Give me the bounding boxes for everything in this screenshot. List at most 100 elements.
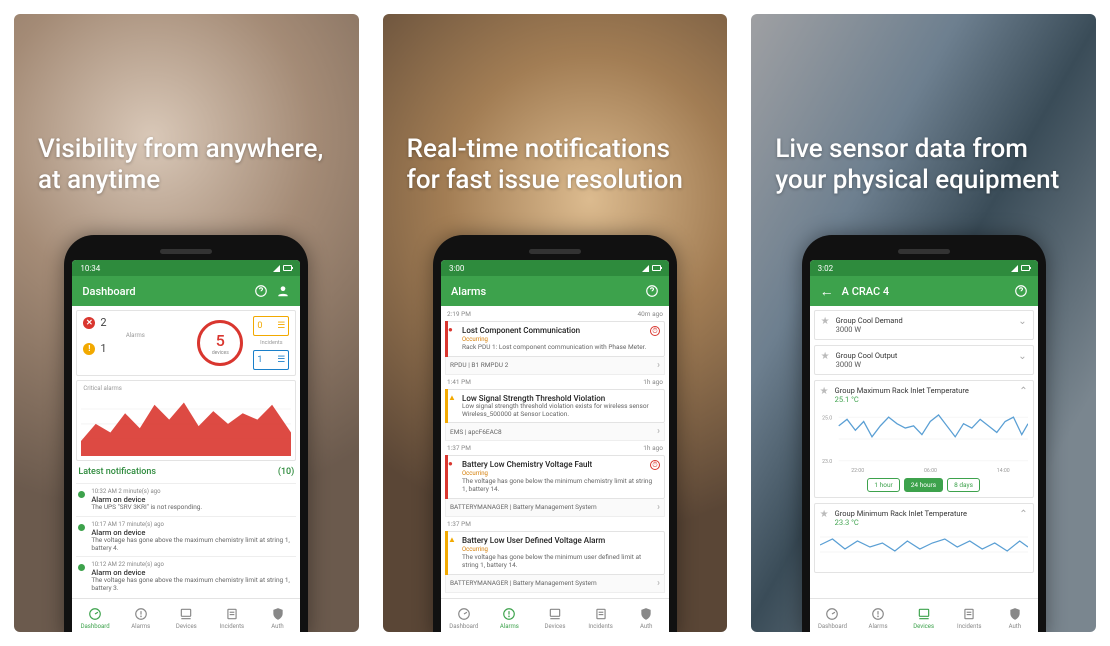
alarm-time-row: 1:41 PM1h ago [445, 378, 665, 386]
headline-3: Live sensor data from your physical equi… [775, 134, 1072, 195]
page-title: A CRAC 4 [842, 285, 890, 298]
app-bar: ← A CRAC 4 [810, 276, 1038, 306]
alarm-item[interactable]: ▲ Battery Low User Defined Voltage Alarm… [445, 531, 665, 593]
dashboard-summary: ✕ 2 Alarms ! 1 5 dev [76, 310, 296, 376]
range-1h[interactable]: 1 hour [867, 478, 899, 492]
phone-mock-1: 10:34 Dashboard [64, 235, 308, 632]
sensor-chart-max: 25.0 23.0 22:00 06:00 14:00 [820, 404, 1028, 474]
range-24h[interactable]: 24 hours [904, 478, 943, 492]
sensor-item[interactable]: ★ Group Cool Demand3000 W ⌄ [814, 310, 1034, 340]
warning-icon: ▲ [448, 535, 456, 544]
tab-dashboard[interactable]: Dashboard [810, 599, 856, 632]
incidents-open[interactable]: 0☰ [253, 316, 289, 336]
sensor-item-expanded: ★ Group Minimum Rack Inlet Temperature 2… [814, 503, 1034, 573]
tab-dashboard[interactable]: Dashboard [72, 599, 118, 632]
tab-incidents[interactable]: Incidents [578, 599, 624, 632]
chevron-right-icon: › [657, 502, 660, 513]
page-title: Alarms [451, 285, 486, 298]
signal-icon [642, 265, 649, 272]
svg-text:22:00: 22:00 [851, 468, 864, 474]
alarm-item[interactable]: ●⏱ Lost Component Communication Occurrin… [445, 321, 665, 375]
tab-auth[interactable]: Auth [255, 599, 301, 632]
critical-alarms-chart: Critical alarms [76, 380, 296, 461]
phone-mock-2: 3:00 Alarms 2:19 PM40m ago ●⏱ Lost Compo… [433, 235, 677, 632]
svg-text:06:00: 06:00 [924, 468, 937, 474]
alarm-time-row: 1:37 PM1h ago [445, 444, 665, 452]
app-bar: Alarms [441, 276, 669, 306]
chevron-up-icon[interactable]: ⌃ [1019, 386, 1027, 397]
star-icon[interactable]: ★ [821, 316, 830, 327]
status-dot-icon [78, 491, 85, 498]
promo-panel-3: Live sensor data from your physical equi… [751, 14, 1096, 632]
help-icon[interactable] [1014, 284, 1028, 298]
alarm-item[interactable]: ▲ Low Signal Strength Threshold Violatio… [445, 389, 665, 442]
tab-auth[interactable]: Auth [623, 599, 669, 632]
notification-item[interactable]: 10:12 AM 22 minute(s) ago Alarm on devic… [76, 556, 296, 594]
app-bar: Dashboard [72, 276, 300, 306]
chevron-right-icon: › [657, 360, 660, 371]
tab-devices[interactable]: Devices [901, 599, 947, 632]
tab-devices[interactable]: Devices [532, 599, 578, 632]
tab-devices[interactable]: Devices [164, 599, 210, 632]
status-bar: 3:02 [810, 260, 1038, 276]
tab-auth[interactable]: Auth [992, 599, 1038, 632]
chevron-down-icon[interactable]: ⌄ [1018, 316, 1026, 327]
back-button[interactable]: ← [820, 284, 834, 298]
status-dot-icon [78, 564, 85, 571]
tab-bar: Dashboard Alarms Devices Incidents Auth [441, 598, 669, 632]
help-icon[interactable] [645, 284, 659, 298]
chevron-up-icon[interactable]: ⌃ [1019, 509, 1027, 520]
clock-icon: ⏱ [650, 326, 660, 336]
tab-dashboard[interactable]: Dashboard [441, 599, 487, 632]
status-dot-icon [78, 524, 85, 531]
phone-mock-3: 3:02 ← A CRAC 4 ★ Group Cool Demand3000 … [802, 235, 1046, 632]
svg-text:25.0: 25.0 [822, 415, 832, 421]
sensor-item[interactable]: ★ Group Cool Output3000 W ⌄ [814, 345, 1034, 375]
warning-icon: ▲ [448, 393, 456, 402]
notifications-header[interactable]: Latest notifications (10) [76, 465, 296, 479]
chevron-down-icon[interactable]: ⌄ [1018, 351, 1026, 362]
sensor-chart-min [820, 527, 1028, 567]
page-title: Dashboard [82, 285, 135, 298]
critical-icon: ● [448, 459, 453, 468]
tab-incidents[interactable]: Incidents [209, 599, 255, 632]
device-count-ring[interactable]: 5 devices [197, 320, 243, 366]
alarm-time-row: 1:37 PM [445, 520, 665, 528]
star-icon[interactable]: ★ [821, 351, 830, 362]
range-selector: 1 hour 24 hours 8 days [820, 478, 1028, 492]
signal-icon [1011, 265, 1018, 272]
star-icon[interactable]: ★ [820, 386, 829, 397]
tab-alarms[interactable]: Alarms [487, 599, 533, 632]
sensor-item-expanded: ★ Group Maximum Rack Inlet Temperature 2… [814, 380, 1034, 498]
status-time: 10:34 [80, 264, 100, 273]
headline-2: Real-time notifications for fast issue r… [407, 134, 704, 195]
alarm-count: 2 [100, 316, 106, 329]
critical-icon: ✕ [83, 317, 95, 329]
svg-text:14:00: 14:00 [996, 468, 1009, 474]
critical-icon: ● [448, 325, 453, 334]
tab-incidents[interactable]: Incidents [946, 599, 992, 632]
chevron-right-icon: › [657, 578, 660, 589]
battery-icon [283, 265, 292, 271]
warning-icon: ! [83, 343, 95, 355]
incidents-active[interactable]: 1☰ [253, 350, 289, 370]
notification-item[interactable]: 10:17 AM 17 minute(s) ago Alarm on devic… [76, 516, 296, 557]
avatar-icon[interactable] [276, 284, 290, 298]
notifications-list: 10:32 AM 2 minute(s) ago Alarm on device… [76, 483, 296, 594]
tab-alarms[interactable]: Alarms [855, 599, 901, 632]
help-icon[interactable] [254, 284, 268, 298]
promo-panel-2: Real-time notifications for fast issue r… [383, 14, 728, 632]
tab-bar: Dashboard Alarms Devices Incidents Auth [810, 598, 1038, 632]
svg-text:23.0: 23.0 [822, 459, 832, 465]
tab-alarms[interactable]: Alarms [118, 599, 164, 632]
status-time: 3:00 [449, 264, 464, 273]
range-8d[interactable]: 8 days [947, 478, 980, 492]
status-bar: 3:00 [441, 260, 669, 276]
battery-icon [652, 265, 661, 271]
notification-item[interactable]: 10:32 AM 2 minute(s) ago Alarm on device… [76, 483, 296, 516]
alarm-item[interactable]: ●⏱ Battery Low Chemistry Voltage Fault O… [445, 455, 665, 517]
alarm-time-row: 2:19 PM40m ago [445, 310, 665, 318]
promo-panel-1: Visibility from anywhere, at anytime 10:… [14, 14, 359, 632]
star-icon[interactable]: ★ [820, 509, 829, 520]
clock-icon: ⏱ [650, 460, 660, 470]
